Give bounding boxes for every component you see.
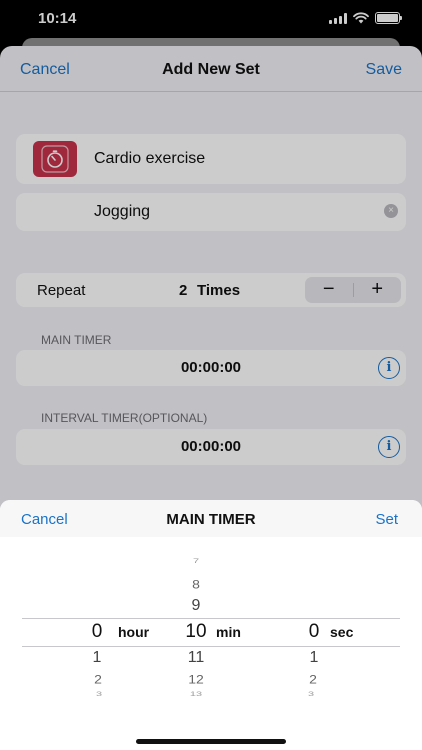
min-wheel-item[interactable]: 9	[176, 597, 216, 615]
sec-wheel-item[interactable]: 2	[293, 672, 333, 686]
hour-unit-label: hour	[118, 624, 150, 640]
min-wheel-item[interactable]: 12	[176, 672, 216, 686]
min-wheel-selected[interactable]: 10	[176, 621, 216, 643]
min-wheel-item[interactable]: 11	[176, 649, 216, 667]
picker-set-button[interactable]: Set	[375, 511, 398, 528]
sec-wheel-item[interactable]: 1	[294, 649, 334, 667]
sec-wheel-item[interactable]: 3	[291, 690, 331, 697]
hour-wheel-item[interactable]: 3	[79, 690, 119, 697]
picker-title: MAIN TIMER	[166, 511, 256, 528]
home-indicator[interactable]	[136, 739, 286, 744]
hour-wheel-selected[interactable]: 0	[77, 621, 117, 643]
timer-picker-panel: Cancel MAIN TIMER Set 0 hour 1 2 3 7 8 9…	[0, 500, 422, 750]
min-wheel-item[interactable]: 13	[176, 690, 216, 697]
sec-wheel-selected[interactable]: 0	[294, 621, 334, 643]
min-wheel-item[interactable]: 7	[176, 557, 216, 564]
hour-wheel-item[interactable]: 2	[78, 672, 118, 686]
min-unit-label: min	[216, 624, 241, 640]
hour-wheel-item[interactable]: 1	[77, 649, 117, 667]
min-wheel-item[interactable]: 8	[176, 577, 216, 591]
sec-unit-label: sec	[330, 624, 354, 640]
picker-toolbar: Cancel MAIN TIMER Set	[0, 500, 422, 537]
